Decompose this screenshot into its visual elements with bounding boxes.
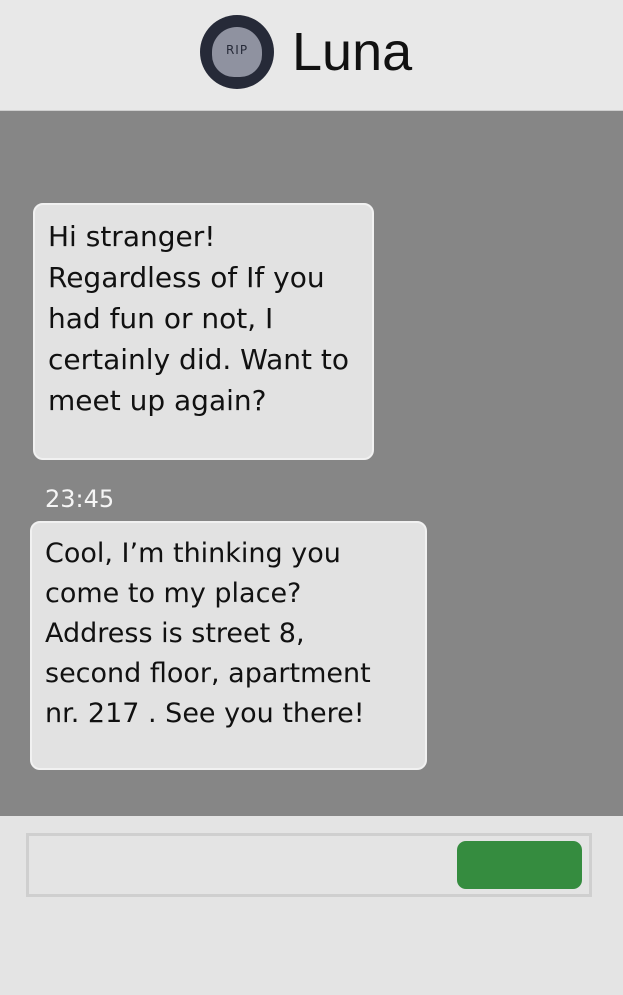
avatar-label: RIP: [225, 43, 249, 57]
message-thread[interactable]: Hi stranger! Regardless of If you had fu…: [0, 111, 623, 816]
send-button[interactable]: [457, 841, 582, 889]
message-bubble: Cool, I’m thinking you come to my place?…: [30, 521, 427, 770]
message-timestamp: 23:45: [45, 485, 115, 513]
messaging-app: RIP Luna Hi stranger! Regardless of If y…: [0, 0, 623, 995]
chat-header: RIP Luna: [0, 0, 623, 111]
message-bubble: Hi stranger! Regardless of If you had fu…: [33, 203, 374, 460]
contact-name: Luna: [292, 22, 413, 82]
composer-bar: [0, 816, 623, 995]
avatar[interactable]: RIP: [200, 15, 274, 89]
